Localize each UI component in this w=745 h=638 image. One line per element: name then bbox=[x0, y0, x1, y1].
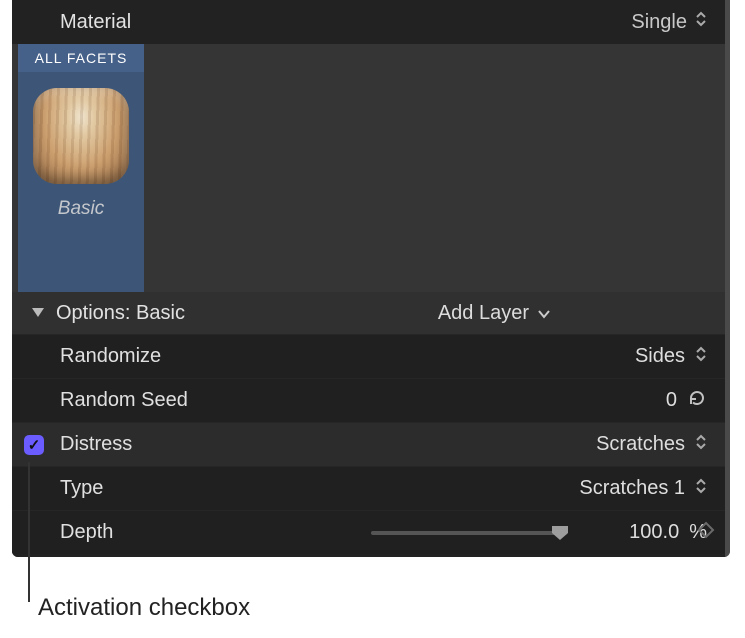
material-header-row: Material Single bbox=[12, 0, 725, 44]
random-seed-value[interactable]: 0 bbox=[607, 389, 677, 412]
callout-line bbox=[28, 462, 30, 602]
depth-slider[interactable] bbox=[371, 523, 567, 543]
facets-well: ALL FACETS Basic bbox=[12, 44, 725, 292]
distress-activation-checkbox[interactable]: ✓ bbox=[24, 435, 44, 455]
material-mode-value: Single bbox=[631, 11, 687, 34]
depth-value[interactable]: 100.0 bbox=[609, 521, 679, 544]
material-swatch[interactable] bbox=[33, 88, 129, 184]
type-label: Type bbox=[60, 477, 551, 500]
refresh-icon[interactable] bbox=[687, 388, 707, 414]
randomize-value: Sides bbox=[635, 345, 685, 368]
slider-track bbox=[371, 531, 567, 535]
stepper-updown-icon bbox=[695, 477, 707, 501]
row-type: Type Scratches 1 bbox=[12, 466, 725, 510]
material-swatch-label: Basic bbox=[58, 198, 104, 220]
row-depth: Depth 100.0 % bbox=[12, 510, 725, 554]
stepper-updown-icon bbox=[695, 345, 707, 369]
facet-tile-selected[interactable]: ALL FACETS Basic bbox=[18, 44, 144, 292]
row-randomize: Randomize Sides bbox=[12, 334, 725, 378]
distress-value: Scratches bbox=[596, 433, 685, 456]
facets-tab-all[interactable]: ALL FACETS bbox=[18, 44, 144, 72]
callout-label: Activation checkbox bbox=[38, 594, 250, 622]
distress-label: Distress bbox=[60, 433, 551, 456]
distress-dropdown[interactable]: Scratches bbox=[551, 433, 707, 457]
keyframe-diamond-icon[interactable] bbox=[697, 521, 715, 545]
depth-label: Depth bbox=[60, 521, 371, 544]
slider-thumb-icon[interactable] bbox=[551, 525, 569, 547]
type-dropdown[interactable]: Scratches 1 bbox=[551, 477, 707, 501]
randomize-dropdown[interactable]: Sides bbox=[551, 345, 707, 369]
panel-divider bbox=[725, 0, 730, 557]
stepper-updown-icon bbox=[695, 433, 707, 457]
chevron-down-icon bbox=[537, 302, 551, 325]
options-header: Options: Basic Add Layer bbox=[12, 292, 725, 334]
row-distress: ✓ Distress Scratches bbox=[12, 422, 725, 466]
add-layer-label: Add Layer bbox=[438, 302, 529, 325]
row-random-seed: Random Seed 0 bbox=[12, 378, 725, 422]
type-value: Scratches 1 bbox=[579, 477, 685, 500]
material-label: Material bbox=[60, 11, 631, 34]
add-layer-dropdown[interactable]: Add Layer bbox=[438, 302, 551, 325]
randomize-label: Randomize bbox=[60, 345, 551, 368]
inspector-inner: Material Single ALL FACETS Basic Options… bbox=[12, 0, 725, 557]
material-mode-dropdown[interactable]: Single bbox=[631, 10, 707, 34]
disclosure-triangle-icon[interactable] bbox=[30, 304, 46, 326]
random-seed-label: Random Seed bbox=[60, 389, 551, 412]
options-title: Options: Basic bbox=[56, 302, 438, 325]
stepper-updown-icon bbox=[695, 10, 707, 34]
checkmark-icon: ✓ bbox=[28, 438, 41, 453]
inspector-panel: Material Single ALL FACETS Basic Options… bbox=[12, 0, 730, 557]
